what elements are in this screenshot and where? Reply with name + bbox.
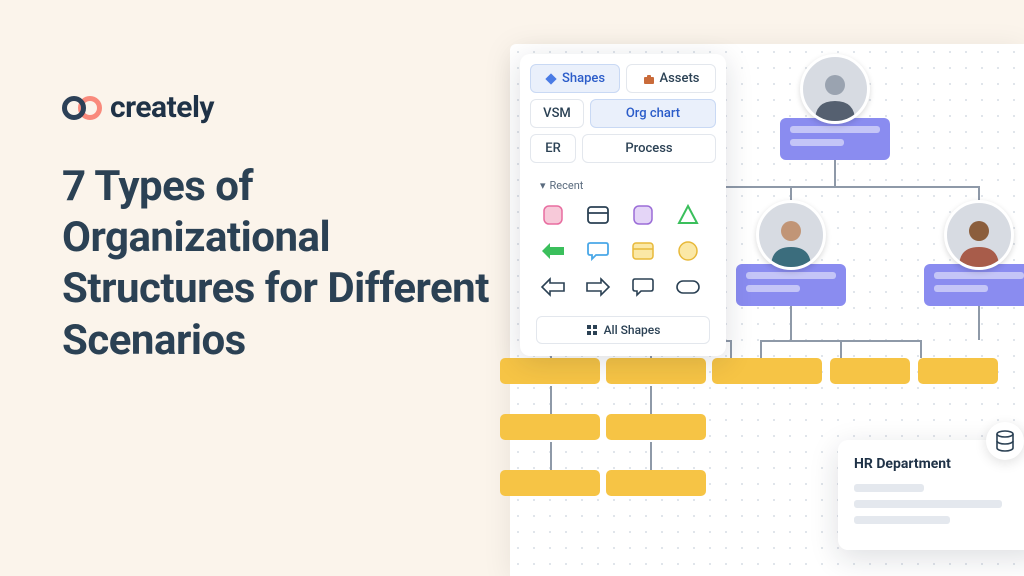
org-leaf-card[interactable] [606, 358, 706, 384]
all-shapes-button[interactable]: All Shapes [536, 316, 710, 344]
placeholder-line [854, 516, 950, 524]
shape-arrow-right-outline[interactable] [583, 274, 613, 300]
org-leaf-card[interactable] [918, 358, 998, 384]
avatar [800, 54, 870, 124]
shapes-panel: Shapes Assets VSM Org chart ER Process [520, 54, 726, 356]
org-leaf-card[interactable] [606, 470, 706, 496]
pill-label: ER [545, 141, 561, 156]
shape-circle-yellow[interactable] [673, 238, 703, 264]
recent-label-text: Recent [550, 179, 584, 192]
pill-label: Process [625, 141, 672, 156]
shape-triangle-green[interactable] [673, 202, 703, 228]
editor-canvas[interactable]: Shapes Assets VSM Org chart ER Process [510, 44, 1024, 576]
all-shapes-label: All Shapes [604, 323, 661, 337]
shape-speech-bubble-blue[interactable] [583, 238, 613, 264]
placeholder-line [854, 500, 1002, 508]
org-card [924, 264, 1024, 306]
shape-card-yellow[interactable] [628, 238, 658, 264]
org-leaf-card[interactable] [742, 358, 822, 384]
category-orgchart[interactable]: Org chart [590, 99, 716, 128]
tab-label: Shapes [562, 71, 605, 86]
brand-name: creately [110, 90, 214, 125]
page-title: 7 Types of Organizational Structures for… [62, 161, 502, 366]
database-icon [986, 422, 1024, 460]
detail-card[interactable]: HR Department [838, 440, 1024, 550]
org-card [780, 118, 890, 160]
logo-mark-icon [62, 96, 102, 120]
grid-icon [586, 324, 598, 336]
org-node[interactable] [924, 200, 1024, 306]
org-card [736, 264, 846, 306]
category-process[interactable]: Process [582, 134, 716, 163]
org-node[interactable] [736, 200, 846, 306]
tab-label: Assets [660, 71, 700, 86]
recent-section-header[interactable]: ▾ Recent [530, 169, 716, 198]
org-leaf-card[interactable] [500, 470, 600, 496]
avatar [756, 200, 826, 270]
brand-logo: creately [62, 90, 502, 125]
diamond-icon [545, 73, 557, 85]
shape-arrow-left-green[interactable] [538, 238, 568, 264]
briefcase-icon [643, 73, 655, 85]
shape-rounded-square-purple[interactable] [628, 202, 658, 228]
category-er[interactable]: ER [530, 134, 576, 163]
caret-down-icon: ▾ [540, 179, 546, 192]
org-leaf-card[interactable] [500, 414, 600, 440]
pill-label: Org chart [626, 106, 680, 121]
shape-pill-outline[interactable] [673, 274, 703, 300]
tab-assets[interactable]: Assets [626, 64, 716, 93]
shape-speech-bubble-outline[interactable] [628, 274, 658, 300]
org-node-top[interactable] [780, 54, 890, 160]
category-vsm[interactable]: VSM [530, 99, 584, 128]
org-leaf-card[interactable] [500, 358, 600, 384]
org-leaf-card[interactable] [606, 414, 706, 440]
shape-card-outline[interactable] [583, 202, 613, 228]
pill-label: VSM [543, 106, 571, 121]
shape-rounded-square-pink[interactable] [538, 202, 568, 228]
tab-shapes[interactable]: Shapes [530, 64, 620, 93]
placeholder-line [854, 484, 924, 492]
org-leaf-card[interactable] [830, 358, 910, 384]
shape-arrow-left-outline[interactable] [538, 274, 568, 300]
avatar [944, 200, 1014, 270]
